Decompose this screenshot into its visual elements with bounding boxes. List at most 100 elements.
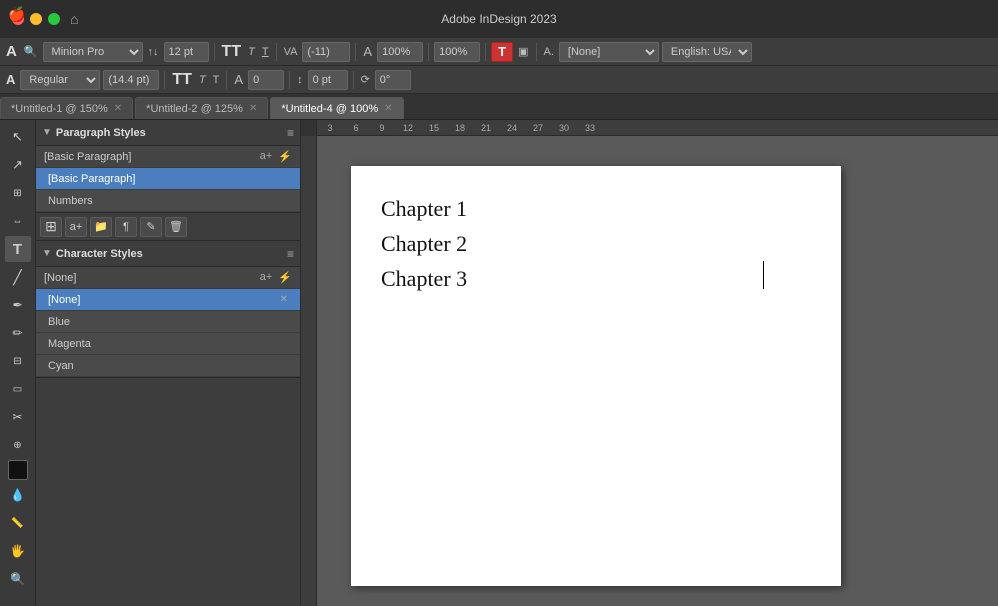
minimize-button[interactable] bbox=[30, 13, 42, 25]
hand-tool[interactable]: 🖐 bbox=[5, 538, 31, 564]
ruler-27: 27 bbox=[525, 123, 551, 133]
add-style-icon[interactable]: a+ bbox=[260, 150, 273, 163]
clear-overrides-btn[interactable]: ¶ bbox=[115, 217, 137, 237]
char-panel-header-icons: ≡ bbox=[287, 247, 294, 261]
t-italic-icon: T bbox=[246, 46, 257, 58]
t2-font-label: A bbox=[4, 72, 17, 87]
tt-icon: TT bbox=[220, 43, 244, 61]
vertical-ruler bbox=[301, 136, 317, 606]
selection-tool[interactable]: ↖ bbox=[5, 124, 31, 150]
fill-color-button[interactable]: T bbox=[491, 42, 513, 62]
separator5 bbox=[485, 43, 486, 61]
tab-close-3[interactable]: ✕ bbox=[384, 103, 392, 114]
rectangle-frame-tool[interactable]: ⊟ bbox=[5, 348, 31, 374]
font-size-input[interactable] bbox=[164, 42, 209, 62]
t2-t-icon2: T bbox=[211, 74, 222, 86]
toolbar2: A Regular TT T T A ↕ ⟳ bbox=[0, 66, 998, 94]
measure-tool[interactable]: 📏 bbox=[5, 510, 31, 536]
panel-header-icons: ≡ bbox=[287, 126, 294, 140]
char-panel-menu-icon[interactable]: ≡ bbox=[287, 247, 294, 261]
t2-a-icon: A bbox=[232, 72, 245, 87]
para-section-icons: a+ ⚡ bbox=[260, 150, 292, 163]
collapse-icon: ▼ bbox=[42, 127, 52, 138]
char-lightning-icon[interactable]: ⚡ bbox=[278, 271, 292, 284]
separator6 bbox=[536, 43, 537, 61]
character-styles-header[interactable]: ▼ Character Styles ≡ bbox=[36, 241, 300, 267]
font-style-dropdown[interactable]: Regular bbox=[20, 70, 100, 90]
line-tool[interactable]: ╱ bbox=[5, 264, 31, 290]
gap-tool[interactable]: ⇔ bbox=[5, 208, 31, 234]
angle-input[interactable] bbox=[375, 70, 411, 90]
text-cursor bbox=[763, 261, 764, 289]
separator2 bbox=[276, 43, 277, 61]
eyedropper-tool[interactable]: 💧 bbox=[5, 482, 31, 508]
paragraph-panel-toolbar: ⊞ a+ 📁 ¶ ✎ 🗑 bbox=[36, 212, 300, 240]
home-icon[interactable]: ⌂ bbox=[70, 11, 78, 27]
style-item-cyan[interactable]: Cyan bbox=[36, 355, 300, 377]
pen-tool[interactable]: ✒ bbox=[5, 292, 31, 318]
panels-column: ▼ Paragraph Styles ≡ [Basic Paragraph] a… bbox=[36, 120, 301, 606]
scissors-tool[interactable]: ✂ bbox=[5, 404, 31, 430]
ruler-21: 21 bbox=[473, 123, 499, 133]
chapter-2: Chapter 2 bbox=[381, 231, 467, 257]
folder-btn[interactable]: 📁 bbox=[90, 217, 112, 237]
tabs-bar: *Untitled-1 @ 150% ✕ *Untitled-2 @ 125% … bbox=[0, 94, 998, 120]
leading-input[interactable] bbox=[103, 70, 159, 90]
ruler-12: 12 bbox=[395, 123, 421, 133]
horiz-scale-input[interactable] bbox=[248, 70, 284, 90]
document-page[interactable]: Chapter 1 Chapter 2 Chapter 3 bbox=[351, 166, 841, 586]
paragraph-styles-header[interactable]: ▼ Paragraph Styles ≡ bbox=[36, 120, 300, 146]
delete-style-btn[interactable]: 🗑 bbox=[165, 217, 187, 237]
scale-y-input[interactable] bbox=[434, 42, 480, 62]
va-label: VA bbox=[282, 46, 300, 58]
ruler-18: 18 bbox=[447, 123, 473, 133]
load-para-styles-btn[interactable]: a+ bbox=[65, 217, 87, 237]
language-dropdown[interactable]: English: USA bbox=[662, 42, 752, 62]
paragraph-styles-title: Paragraph Styles bbox=[56, 127, 283, 139]
zoom-tool[interactable]: 🔍 bbox=[5, 566, 31, 592]
a-label: A. bbox=[542, 46, 556, 58]
tab-untitled4[interactable]: *Untitled-4 @ 100% ✕ bbox=[270, 97, 403, 119]
tab-untitled2[interactable]: *Untitled-2 @ 125% ✕ bbox=[135, 97, 268, 119]
type-tool[interactable]: T bbox=[5, 236, 31, 262]
page-tool[interactable]: ⊞ bbox=[5, 180, 31, 206]
style-item-magenta[interactable]: Magenta bbox=[36, 333, 300, 355]
font-family-dropdown[interactable]: Minion Pro bbox=[43, 42, 143, 62]
none-x-icon: ✕ bbox=[280, 294, 288, 305]
separator8 bbox=[226, 71, 227, 89]
char-add-style-icon[interactable]: a+ bbox=[260, 271, 273, 284]
t2-angle-label: ⟳ bbox=[359, 73, 372, 86]
separator7 bbox=[164, 71, 165, 89]
edit-style-btn[interactable]: ✎ bbox=[140, 217, 162, 237]
tab-untitled1[interactable]: *Untitled-1 @ 150% ✕ bbox=[0, 97, 133, 119]
ruler-24: 24 bbox=[499, 123, 525, 133]
canvas-scroll[interactable]: Chapter 1 Chapter 2 Chapter 3 bbox=[301, 136, 998, 606]
maximize-button[interactable] bbox=[48, 13, 60, 25]
pencil-tool[interactable]: ✏ bbox=[5, 320, 31, 346]
scale-x-input[interactable] bbox=[377, 42, 423, 62]
transform-tool[interactable]: ⊕ bbox=[5, 432, 31, 458]
chapter-3: Chapter 3 bbox=[381, 266, 467, 292]
toolbar1: A 🔍 Minion Pro ↑↓ TT T T VA A T ▣ A. [No… bbox=[0, 38, 998, 66]
tab-close-2[interactable]: ✕ bbox=[249, 103, 257, 114]
lightning-icon[interactable]: ⚡ bbox=[278, 150, 292, 163]
horizontal-ruler: 3 6 9 12 15 18 21 24 27 30 33 bbox=[301, 120, 998, 136]
color-swatch[interactable] bbox=[8, 460, 28, 480]
char-collapse-icon: ▼ bbox=[42, 248, 52, 259]
style-dropdown[interactable]: [None] bbox=[559, 42, 659, 62]
style-item-numbers[interactable]: Numbers bbox=[36, 190, 300, 212]
new-para-style-btn[interactable]: ⊞ bbox=[40, 217, 62, 237]
style-item-basic-paragraph[interactable]: [Basic Paragraph] bbox=[36, 168, 300, 190]
baseline-input[interactable] bbox=[308, 70, 348, 90]
style-item-blue[interactable]: Blue bbox=[36, 311, 300, 333]
canvas-area: 3 6 9 12 15 18 21 24 27 30 33 Chapter 1 bbox=[301, 120, 998, 606]
kerning-input[interactable] bbox=[302, 42, 350, 62]
rectangle-tool[interactable]: ▭ bbox=[5, 376, 31, 402]
panel-menu-icon[interactable]: ≡ bbox=[287, 126, 294, 140]
direct-select-tool[interactable]: ↗ bbox=[5, 152, 31, 178]
separator bbox=[214, 43, 215, 61]
tab-close-1[interactable]: ✕ bbox=[114, 103, 122, 114]
character-styles-panel: ▼ Character Styles ≡ [None] a+ ⚡ [None] … bbox=[36, 241, 300, 378]
apple-icon: 🍎 bbox=[8, 6, 25, 23]
style-item-none[interactable]: [None] ✕ bbox=[36, 289, 300, 311]
